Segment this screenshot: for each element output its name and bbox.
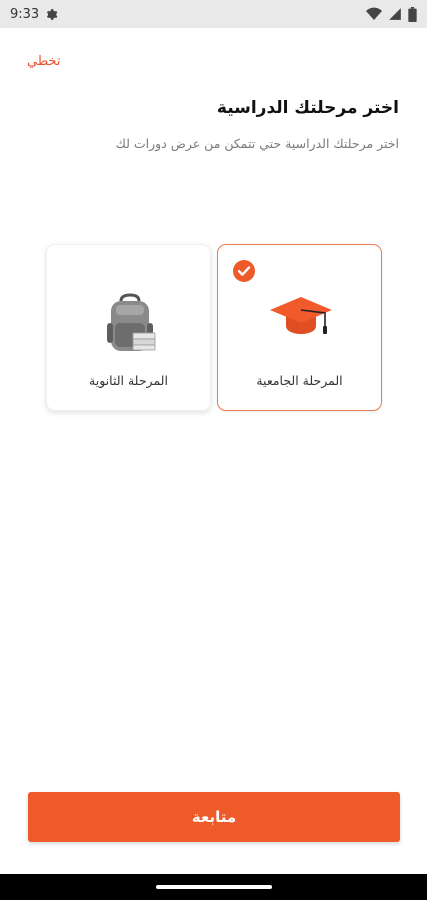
- status-left: 9:33: [10, 7, 58, 22]
- status-time: 9:33: [10, 6, 40, 22]
- backpack-icon: [107, 293, 156, 351]
- status-bar: 9:33: [0, 0, 427, 28]
- graduation-cap-icon: [270, 297, 332, 334]
- secondary-stage-label: المرحلة الثانوية: [89, 373, 168, 388]
- gear-icon: [47, 8, 58, 20]
- continue-button[interactable]: متابعة: [28, 792, 400, 842]
- wifi-icon: [366, 7, 382, 21]
- status-right: [366, 6, 417, 22]
- university-stage-label: المرحلة الجامعية: [256, 373, 343, 388]
- university-stage-card[interactable]: المرحلة الجامعية: [217, 244, 382, 411]
- secondary-stage-card[interactable]: المرحلة الثانوية: [46, 244, 211, 411]
- checkmark-icon: [233, 260, 255, 282]
- skip-button[interactable]: تخطي: [27, 54, 61, 69]
- navigation-bar: [0, 874, 427, 900]
- signal-icon: [389, 8, 401, 20]
- battery-icon: [408, 6, 417, 22]
- page-title: اختر مرحلتك الدراسية: [216, 98, 399, 118]
- page-subtitle: اختر مرحلتك الدراسية حتي تتمكن من عرض دو…: [115, 136, 399, 151]
- home-indicator[interactable]: [155, 885, 272, 889]
- continue-button-label: متابعة: [191, 808, 237, 826]
